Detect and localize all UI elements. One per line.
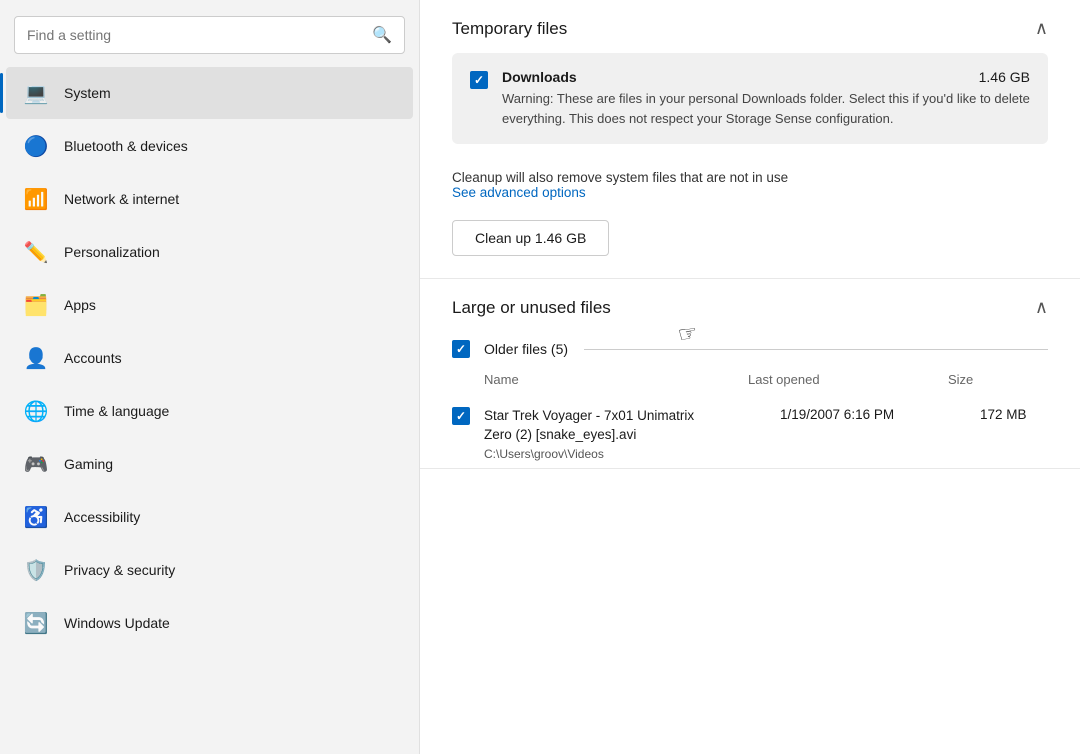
files-table-header: Name Last opened Size [484,366,1048,393]
file-last-opened: 1/19/2007 6:16 PM [780,407,980,464]
temp-files-title: Temporary files [452,19,567,39]
sidebar-item-network[interactable]: 📶 Network & internet [6,173,413,225]
older-files-label: Older files (5) [484,341,1048,357]
search-bar[interactable]: 🔍 [14,16,405,54]
sidebar-item-personalization[interactable]: ✏️ Personalization [6,226,413,278]
sidebar-item-label-personalization: Personalization [64,244,160,260]
older-files-row: Older files (5) [420,332,1080,362]
main-content: Temporary files ∧ Downloads 1.46 GB Warn… [420,0,1080,754]
downloads-info: Downloads 1.46 GB Warning: These are fil… [502,69,1030,128]
col-last-opened-header: Last opened [748,372,948,387]
accessibility-icon: ♿ [24,505,48,529]
file-name: Star Trek Voyager - 7x01 Unimatrix Zero … [484,407,780,464]
apps-icon: 🗂️ [24,293,48,317]
sidebar-item-label-apps: Apps [64,297,96,313]
cleanup-note: Cleanup will also remove system files th… [420,162,1080,206]
see-advanced-link[interactable]: See advanced options [452,185,586,200]
sidebar-item-update[interactable]: 🔄 Windows Update [6,597,413,649]
cleanup-button-wrap: Clean up 1.46 GB [420,206,1080,278]
sidebar-item-gaming[interactable]: 🎮 Gaming [6,438,413,490]
system-icon: 💻 [24,81,48,105]
accounts-icon: 👤 [24,346,48,370]
files-table: Name Last opened Size [420,362,1080,401]
sidebar-item-system[interactable]: 💻 System [6,67,413,119]
file-row-inner: Star Trek Voyager - 7x01 Unimatrix Zero … [484,407,1080,464]
sidebar-item-apps[interactable]: 🗂️ Apps [6,279,413,331]
network-icon: 📶 [24,187,48,211]
file-checkbox[interactable] [452,407,470,425]
privacy-icon: 🛡️ [24,558,48,582]
personalization-icon: ✏️ [24,240,48,264]
file-row: Star Trek Voyager - 7x01 Unimatrix Zero … [420,401,1080,468]
nav-list: 💻 System 🔵 Bluetooth & devices 📶 Network & in… [0,66,419,650]
large-files-title: Large or unused files [452,298,611,318]
older-files-checkbox[interactable] [452,340,470,358]
downloads-top-row: Downloads 1.46 GB [502,69,1030,85]
downloads-checkbox[interactable] [470,71,488,89]
search-icon: 🔍 [372,25,392,45]
time-icon: 🌐 [24,399,48,423]
downloads-label: Downloads [502,69,577,85]
sidebar-item-label-accounts: Accounts [64,350,122,366]
bluetooth-icon: 🔵 [24,134,48,158]
downloads-size: 1.46 GB [979,69,1030,85]
sidebar-item-accessibility[interactable]: ♿ Accessibility [6,491,413,543]
sidebar-item-time[interactable]: 🌐 Time & language [6,385,413,437]
cleanup-button[interactable]: Clean up 1.46 GB [452,220,609,256]
gaming-icon: 🎮 [24,452,48,476]
sidebar-item-label-update: Windows Update [64,615,170,631]
col-size-header: Size [948,372,1048,387]
file-size: 172 MB [980,407,1080,464]
sidebar-item-label-system: System [64,85,111,101]
temp-files-collapse-icon[interactable]: ∧ [1035,18,1048,39]
update-icon: 🔄 [24,611,48,635]
temp-files-header: Temporary files ∧ [420,0,1080,53]
separator [584,349,1048,350]
sidebar-item-label-time: Time & language [64,403,169,419]
sidebar-item-label-gaming: Gaming [64,456,113,472]
large-files-section: Large or unused files ∧ Older files (5) … [420,279,1080,469]
sidebar-item-bluetooth[interactable]: 🔵 Bluetooth & devices [6,120,413,172]
large-files-collapse-icon[interactable]: ∧ [1035,297,1048,318]
downloads-card: Downloads 1.46 GB Warning: These are fil… [452,53,1048,144]
col-name-header: Name [484,372,748,387]
downloads-checkbox-wrap [470,71,488,89]
sidebar-item-label-bluetooth: Bluetooth & devices [64,138,188,154]
large-files-header: Large or unused files ∧ [420,279,1080,332]
search-input[interactable] [27,27,364,43]
sidebar: 🔍 💻 System 🔵 Bluetooth & devices 📶 Network & … [0,0,420,754]
sidebar-item-label-accessibility: Accessibility [64,509,140,525]
sidebar-item-label-network: Network & internet [64,191,179,207]
sidebar-item-privacy[interactable]: 🛡️ Privacy & security [6,544,413,596]
sidebar-item-accounts[interactable]: 👤 Accounts [6,332,413,384]
temporary-files-section: Temporary files ∧ Downloads 1.46 GB Warn… [420,0,1080,279]
downloads-description: Warning: These are files in your persona… [502,89,1030,128]
sidebar-item-label-privacy: Privacy & security [64,562,175,578]
